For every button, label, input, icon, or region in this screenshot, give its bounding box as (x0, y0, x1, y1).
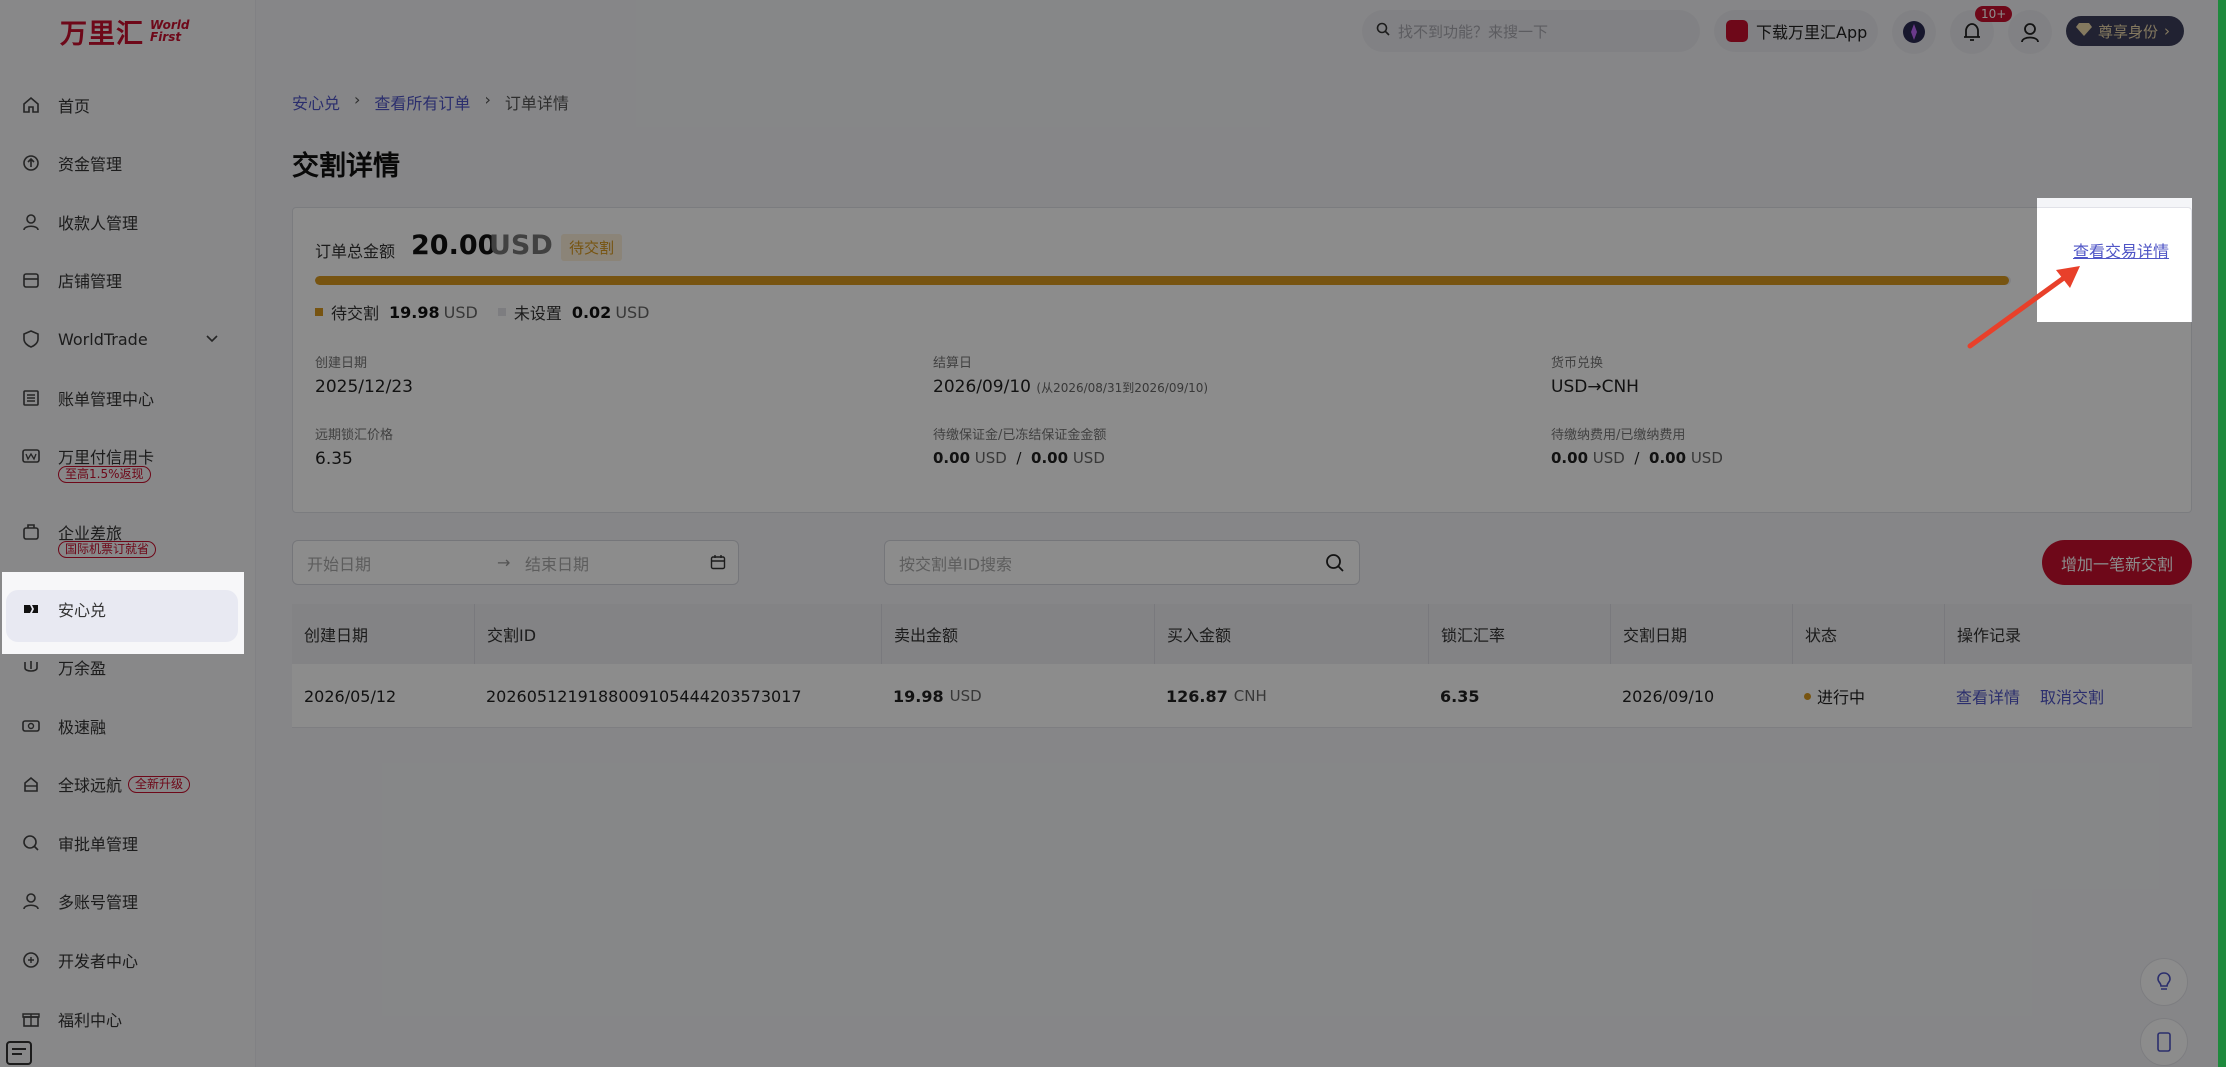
overlay-mask (244, 572, 2226, 654)
overlay-mask (0, 198, 2037, 322)
overlay-mask (0, 0, 2226, 198)
sidebar-item-label: 安心兑 (58, 601, 107, 620)
exchange-icon (22, 600, 40, 618)
pointer-arrow-icon (1967, 266, 2080, 349)
overlay-mask (0, 572, 2, 654)
overlay-mask (0, 654, 2226, 1067)
right-edge-strip (2218, 0, 2226, 1067)
overlay-mask (0, 322, 2226, 572)
sidebar-item-anxindui[interactable]: 安心兑 (0, 582, 256, 642)
